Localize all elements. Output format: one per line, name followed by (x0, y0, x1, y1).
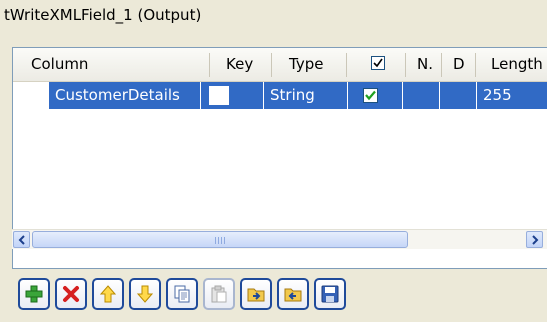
scroll-right-button[interactable] (526, 231, 543, 248)
column-header-d[interactable]: D (453, 48, 465, 81)
scroll-left-button[interactable] (13, 231, 30, 248)
move-down-button[interactable] (129, 278, 161, 310)
copy-button[interactable] (166, 278, 198, 310)
save-button[interactable] (314, 278, 346, 310)
arrow-left-icon (18, 235, 25, 245)
cell-key[interactable] (201, 82, 264, 109)
header-divider (441, 53, 442, 77)
header-divider (405, 53, 406, 77)
export-schema-icon (284, 288, 302, 302)
scroll-grip-icon (224, 237, 225, 244)
header-divider (346, 53, 347, 77)
paste-icon (211, 285, 227, 303)
schema-toolbar (18, 278, 518, 312)
paste-button[interactable] (203, 278, 235, 310)
cell-column[interactable]: CustomerDetails (49, 82, 201, 109)
column-header-length[interactable]: Length (491, 48, 543, 81)
column-header-column[interactable]: Column (31, 48, 88, 81)
export-button[interactable] (277, 278, 309, 310)
nullable-checkbox[interactable] (363, 88, 378, 103)
import-button[interactable] (240, 278, 272, 310)
arrow-right-icon (532, 235, 539, 245)
scroll-grip-icon (215, 237, 216, 244)
table-header: Column Key Type N. D Length (13, 48, 547, 82)
cell-length[interactable]: 255 (477, 82, 547, 109)
arrow-down-icon (136, 285, 154, 303)
remove-button[interactable] (55, 278, 87, 310)
cell-n[interactable] (403, 82, 440, 109)
column-header-nullable[interactable] (371, 56, 385, 70)
column-header-key[interactable]: Key (226, 48, 253, 81)
add-button[interactable] (18, 278, 50, 310)
floppy-disk-icon (321, 285, 339, 303)
checkbox-checked-icon (365, 90, 376, 101)
import-schema-icon (247, 288, 265, 302)
cell-d[interactable] (440, 82, 477, 109)
header-divider (271, 53, 272, 77)
checkbox-checked-icon (373, 58, 383, 68)
horizontal-scrollbar[interactable] (12, 229, 547, 249)
table-row[interactable]: CustomerDetails String 255 (13, 82, 547, 109)
move-up-button[interactable] (92, 278, 124, 310)
arrow-up-icon (99, 285, 117, 303)
key-checkbox[interactable] (209, 86, 229, 105)
window-title: tWriteXMLField_1 (Output) (4, 6, 202, 24)
scroll-grip-icon (221, 237, 222, 244)
plus-icon (25, 285, 43, 303)
header-divider (475, 53, 476, 77)
cell-nullable[interactable] (348, 82, 403, 109)
scroll-thumb[interactable] (32, 231, 408, 248)
red-x-icon (63, 286, 79, 302)
cell-type[interactable]: String (264, 82, 348, 109)
column-header-type[interactable]: Type (289, 48, 323, 81)
scroll-grip-icon (218, 237, 219, 244)
header-divider (209, 53, 210, 77)
copy-icon (174, 285, 190, 303)
column-header-n[interactable]: N. (417, 48, 433, 81)
